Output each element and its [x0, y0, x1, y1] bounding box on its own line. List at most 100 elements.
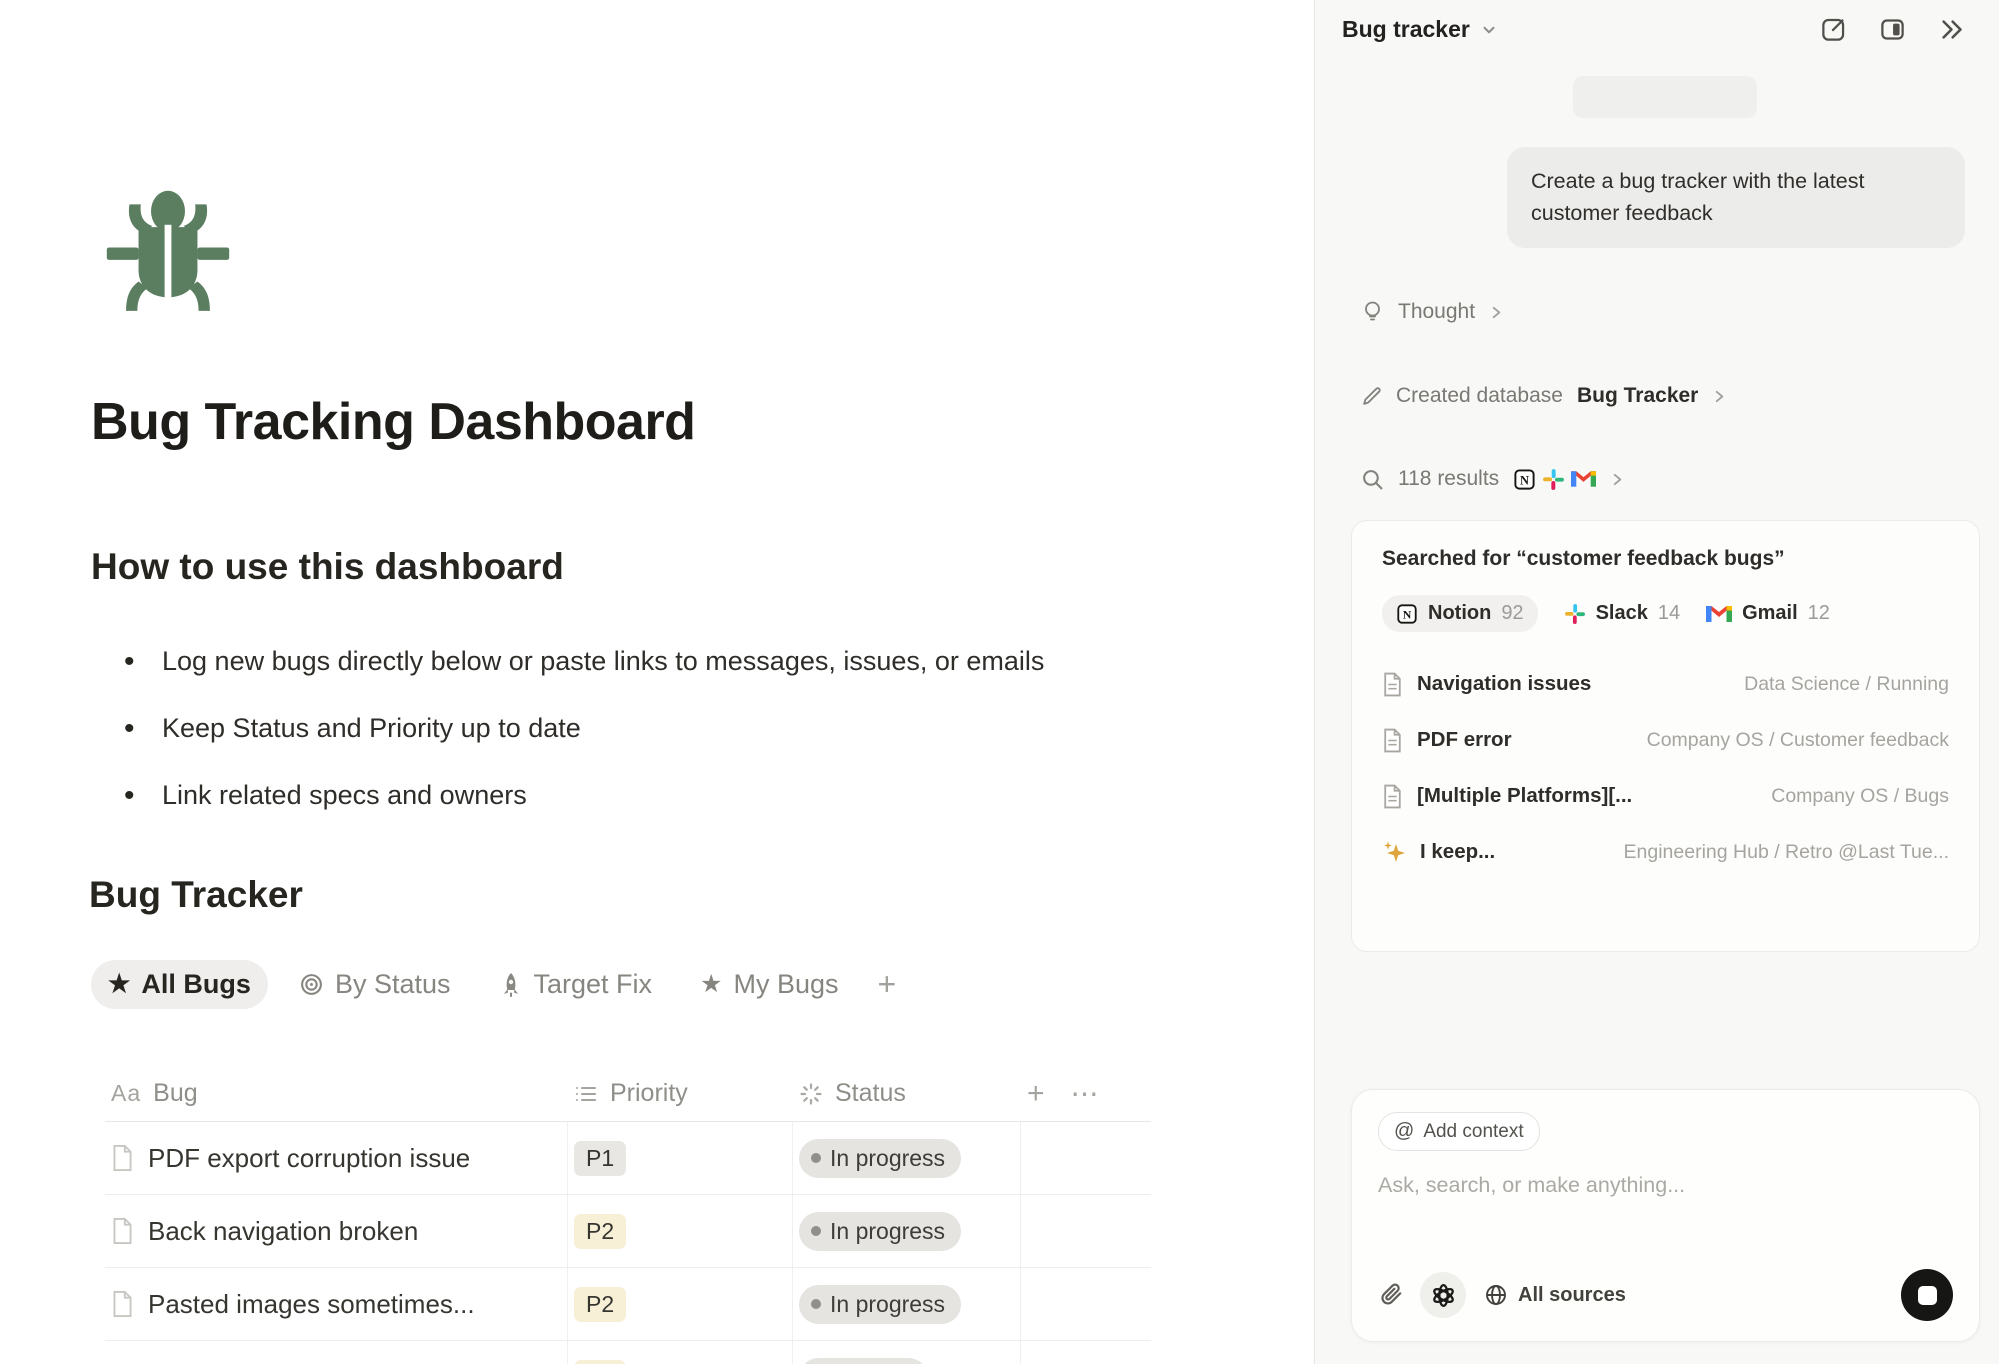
add-view-button[interactable]: +: [870, 966, 905, 1003]
priority-pill[interactable]: P2: [574, 1287, 626, 1322]
search-result-item[interactable]: I keep... Engineering Hub / Retro @Last …: [1382, 824, 1949, 880]
stop-square-icon: [1918, 1286, 1937, 1305]
table-header: Aa Bug Priority: [105, 1066, 1151, 1122]
result-title: PDF error: [1417, 728, 1512, 752]
view-tabs: ★ All Bugs By Status: [91, 960, 904, 1009]
model-selector[interactable]: [1420, 1272, 1466, 1318]
all-sources-button[interactable]: All sources: [1484, 1283, 1626, 1307]
source-name: Gmail: [1742, 602, 1798, 625]
slack-icon: [1564, 603, 1586, 625]
column-bug[interactable]: Aa Bug: [105, 1066, 568, 1121]
panel-layout-icon[interactable]: [1879, 16, 1906, 43]
gmail-icon: [1706, 604, 1732, 624]
column-label: Bug: [153, 1079, 197, 1108]
section-heading: How to use this dashboard: [91, 546, 564, 588]
tab-by-status[interactable]: By Status: [282, 960, 468, 1009]
stop-button[interactable]: [1901, 1269, 1953, 1321]
source-notion[interactable]: N Notion 92: [1382, 595, 1538, 632]
panel-header: Bug tracker: [1315, 0, 1999, 64]
rocket-icon: [499, 972, 523, 998]
search-results-step[interactable]: 118 results N: [1361, 467, 1625, 491]
bug-table: Aa Bug Priority: [105, 1066, 1151, 1364]
table-row[interactable]: Pasted images sometimes... P2 In progres…: [105, 1268, 1151, 1341]
source-name: Slack: [1596, 602, 1648, 625]
add-context-button[interactable]: @ Add context: [1378, 1112, 1540, 1151]
chat-composer[interactable]: @ Add context Ask, search, or make anyth…: [1351, 1089, 1980, 1342]
tracker-heading: Bug Tracker: [89, 874, 303, 916]
collapse-panel-icon[interactable]: [1938, 16, 1965, 43]
at-icon: @: [1394, 1120, 1414, 1143]
search-card-title: Searched for “customer feedback bugs”: [1382, 547, 1949, 571]
thought-label: Thought: [1398, 300, 1475, 324]
table-row[interactable]: Back navigation broken P2 In progress: [105, 1195, 1151, 1268]
instruction-item: Link related specs and owners: [120, 762, 1220, 829]
page-title: Bug Tracking Dashboard: [91, 392, 695, 452]
ai-side-panel: Bug tracker Create a bug tracker with th…: [1314, 0, 1999, 1364]
source-gmail[interactable]: Gmail 12: [1706, 602, 1830, 625]
page-content: Bug Tracking Dashboard How to use this d…: [0, 0, 1314, 1364]
created-database-name: Bug Tracker: [1577, 384, 1698, 408]
column-label: Priority: [610, 1079, 688, 1108]
bug-page-icon[interactable]: [100, 184, 236, 320]
bug-title: Back navigation broken: [148, 1216, 418, 1247]
column-label: Status: [835, 1079, 906, 1108]
bug-title: Pasted images sometimes...: [148, 1289, 475, 1320]
priority-pill[interactable]: P2: [574, 1214, 626, 1249]
composer-input[interactable]: Ask, search, or make anything...: [1378, 1173, 1953, 1198]
chevron-right-icon: [1610, 472, 1625, 487]
panel-title-dropdown[interactable]: Bug tracker: [1342, 16, 1498, 43]
column-priority[interactable]: Priority: [568, 1066, 793, 1121]
chevron-right-icon: [1489, 305, 1504, 320]
attachment-button[interactable]: [1378, 1282, 1404, 1308]
source-count: 12: [1808, 602, 1830, 625]
search-result-item[interactable]: PDF error Company OS / Customer feedback: [1382, 712, 1949, 768]
results-count: 118 results: [1398, 467, 1499, 491]
tab-label: By Status: [335, 969, 451, 1000]
source-slack[interactable]: Slack 14: [1564, 602, 1681, 625]
search-result-item[interactable]: [Multiple Platforms][... Company OS / Bu…: [1382, 768, 1949, 824]
page-icon: [111, 1144, 134, 1172]
search-icon: [1361, 468, 1384, 491]
status-pill[interactable]: Blocked: [799, 1358, 928, 1364]
star-icon: ★: [700, 972, 722, 997]
tab-my-bugs[interactable]: ★ My Bugs: [683, 960, 855, 1009]
user-message-bubble: Create a bug tracker with the latest cus…: [1507, 147, 1965, 248]
source-count: 14: [1658, 602, 1680, 625]
source-name: Notion: [1428, 602, 1491, 625]
tab-target-fix[interactable]: Target Fix: [482, 960, 670, 1009]
status-pill[interactable]: In progress: [799, 1285, 961, 1324]
created-label: Created database: [1396, 384, 1563, 408]
table-row[interactable]: P2 Blocked: [105, 1341, 1151, 1364]
table-options-button[interactable]: ⋯: [1071, 1077, 1101, 1110]
result-meta: Company OS / Bugs: [1771, 785, 1949, 808]
search-result-item[interactable]: Navigation issues Data Science / Running: [1382, 656, 1949, 712]
all-sources-label: All sources: [1518, 1284, 1626, 1307]
slack-icon: [1542, 468, 1565, 491]
instruction-item: Keep Status and Priority up to date: [120, 695, 1220, 762]
column-actions: + ⋯: [1021, 1066, 1151, 1121]
status-dot: [811, 1226, 821, 1236]
svg-text:N: N: [1520, 473, 1529, 487]
created-database-step[interactable]: Created database Bug Tracker: [1361, 384, 1727, 408]
table-row[interactable]: PDF export corruption issue P1 In progre…: [105, 1122, 1151, 1195]
add-column-button[interactable]: +: [1027, 1077, 1045, 1111]
source-filter-row: N Notion 92 Slack 14 Gmail 12: [1382, 595, 1949, 632]
star-icon: ★: [108, 972, 130, 997]
status-pill[interactable]: In progress: [799, 1212, 961, 1251]
panel-title: Bug tracker: [1342, 16, 1470, 43]
instruction-item: Log new bugs directly below or paste lin…: [120, 628, 1220, 695]
status-dot: [811, 1299, 821, 1309]
document-icon: [1382, 672, 1403, 697]
result-title: Navigation issues: [1417, 672, 1591, 696]
priority-pill[interactable]: P2: [574, 1360, 626, 1364]
result-meta: Data Science / Running: [1744, 673, 1949, 696]
result-title: I keep...: [1420, 840, 1495, 864]
column-status[interactable]: Status: [793, 1066, 1021, 1121]
priority-pill[interactable]: P1: [574, 1141, 626, 1176]
chevron-down-icon: [1480, 21, 1498, 39]
page-icon: [111, 1217, 134, 1245]
new-chat-icon[interactable]: [1820, 16, 1847, 43]
tab-all-bugs[interactable]: ★ All Bugs: [91, 960, 268, 1009]
status-pill[interactable]: In progress: [799, 1139, 961, 1178]
thought-step[interactable]: Thought: [1361, 300, 1504, 324]
